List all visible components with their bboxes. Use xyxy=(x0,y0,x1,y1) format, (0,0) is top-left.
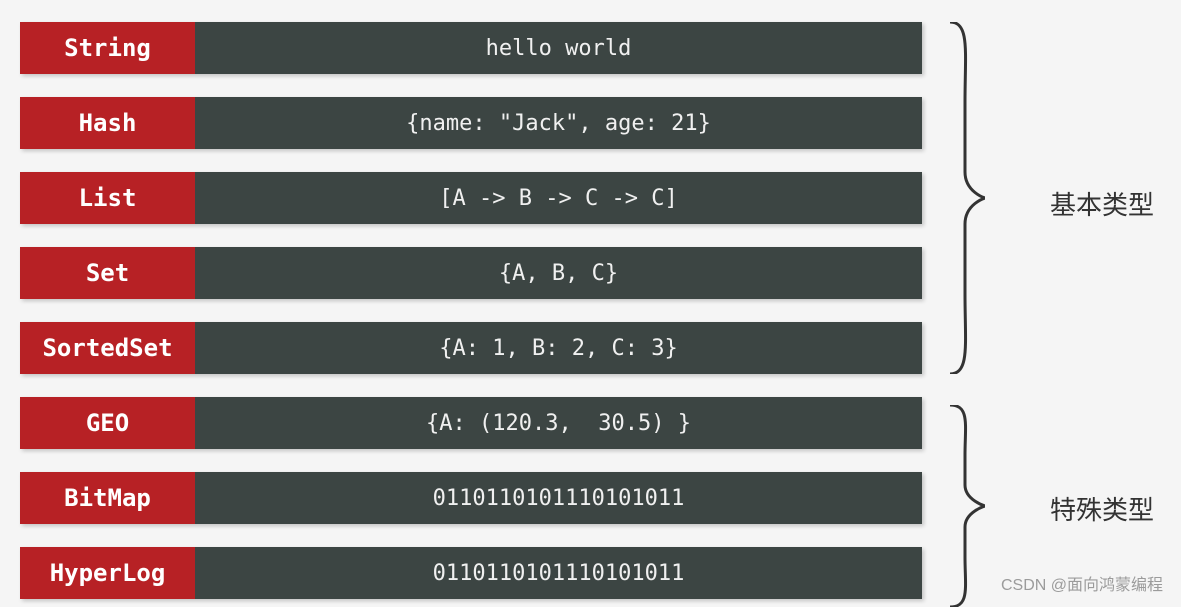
row-list: List [A -> B -> C -> C] xyxy=(20,172,922,224)
type-label-hash: Hash xyxy=(20,97,195,149)
value-cell-sortedset: {A: 1, B: 2, C: 3} xyxy=(195,322,922,374)
type-label-string: String xyxy=(20,22,195,74)
row-bitmap: BitMap 0110110101110101011 xyxy=(20,472,922,524)
type-label-list: List xyxy=(20,172,195,224)
data-type-rows: String hello world Hash {name: "Jack", a… xyxy=(20,22,922,599)
value-cell-set: {A, B, C} xyxy=(195,247,922,299)
row-geo: GEO {A: (120.3, 30.5) } xyxy=(20,397,922,449)
value-cell-hash: {name: "Jack", age: 21} xyxy=(195,97,922,149)
type-label-bitmap: BitMap xyxy=(20,472,195,524)
row-sortedset: SortedSet {A: 1, B: 2, C: 3} xyxy=(20,322,922,374)
type-label-sortedset: SortedSet xyxy=(20,322,195,374)
value-cell-bitmap: 0110110101110101011 xyxy=(195,472,922,524)
type-label-hyperlog: HyperLog xyxy=(20,547,195,599)
row-hyperlog: HyperLog 0110110101110101011 xyxy=(20,547,922,599)
brace-basic-icon xyxy=(945,22,985,374)
row-string: String hello world xyxy=(20,22,922,74)
group-label-basic: 基本类型 xyxy=(1050,185,1154,222)
group-label-special: 特殊类型 xyxy=(1050,490,1154,527)
value-cell-list: [A -> B -> C -> C] xyxy=(195,172,922,224)
value-cell-geo: {A: (120.3, 30.5) } xyxy=(195,397,922,449)
row-set: Set {A, B, C} xyxy=(20,247,922,299)
type-label-geo: GEO xyxy=(20,397,195,449)
watermark-text: CSDN @面向鸿蒙编程 xyxy=(1001,571,1163,595)
row-hash: Hash {name: "Jack", age: 21} xyxy=(20,97,922,149)
brace-special-icon xyxy=(945,405,985,607)
value-cell-hyperlog: 0110110101110101011 xyxy=(195,547,922,599)
value-cell-string: hello world xyxy=(195,22,922,74)
type-label-set: Set xyxy=(20,247,195,299)
